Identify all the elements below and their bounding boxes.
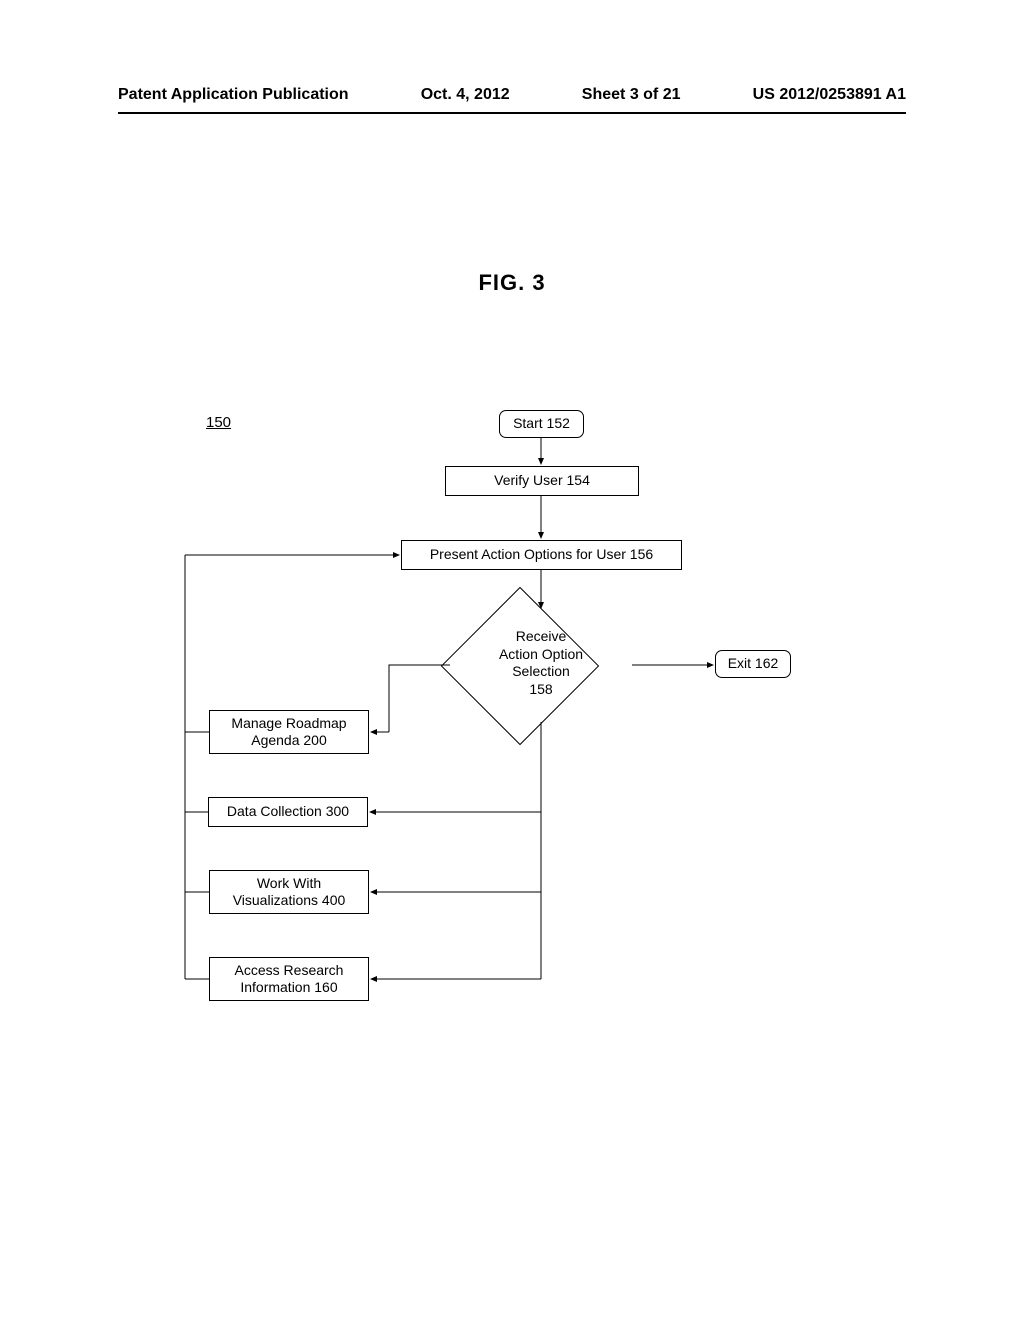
- node-verify-user-154: Verify User 154: [445, 466, 639, 496]
- node-present-options-156: Present Action Options for User 156: [401, 540, 682, 570]
- node-manage-roadmap-200: Manage RoadmapAgenda 200: [209, 710, 369, 754]
- reference-numeral-150: 150: [206, 414, 231, 431]
- node-work-with-400: Work WithVisualizations 400: [209, 870, 369, 914]
- node-access-research-160: Access ResearchInformation 160: [209, 957, 369, 1001]
- page: Patent Application Publication Oct. 4, 2…: [0, 0, 1024, 1320]
- node-data-collection-300: Data Collection 300: [208, 797, 368, 827]
- flowchart-diagram: 150 Start 152 Verify User 154 Present Ac…: [0, 0, 1024, 1320]
- node-exit-162: Exit 162: [715, 650, 791, 678]
- node-start-152: Start 152: [499, 410, 584, 438]
